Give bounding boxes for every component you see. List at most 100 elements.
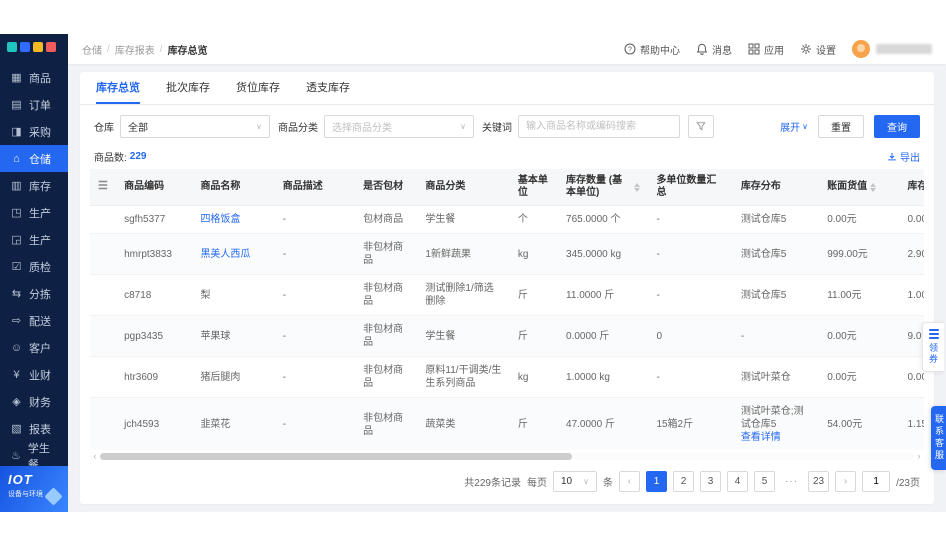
cell-selector: [90, 356, 117, 398]
product-count-label: 商品数:: [94, 153, 127, 164]
table-row: sgfh5377 四格饭盒 - 包材商品 学生餐 个 765.0000 个 - 测试仓库5 0.0…: [90, 205, 924, 234]
cell-book-value: 0.00元: [819, 315, 900, 357]
breadcrumb-item[interactable]: 仓储: [82, 42, 102, 57]
tab-overdraft[interactable]: 透支库存: [306, 72, 350, 104]
cell-base-unit-value: 个: [517, 214, 528, 225]
column-header[interactable]: 库存数量 (基本单位): [558, 169, 649, 206]
sidebar-item-goods[interactable]: ▦ 商品: [0, 64, 68, 91]
page-button-3[interactable]: 3: [699, 471, 721, 492]
sidebar-item-purchase[interactable]: ◨ 采购: [0, 118, 68, 145]
inventory-icon: ▥: [11, 180, 22, 192]
column-header[interactable]: 库存均价: [899, 169, 924, 206]
cell-product-name-value: 苹果球: [200, 330, 231, 342]
cell-stock-distribution-value: 测试仓库5: [740, 248, 787, 260]
page-button-4[interactable]: 4: [726, 471, 748, 492]
cell-product-code: pgp3435: [116, 315, 193, 357]
table-row: hmrpt3833 黑美人西瓜 - 非包材商品 1新鲜蔬果 kg 345.0000 kg - 测…: [90, 233, 924, 275]
support-tab[interactable]: 联系客服: [931, 406, 946, 470]
cell-product-name-value[interactable]: 四格饭盒: [200, 214, 240, 225]
cell-description-value: -: [282, 330, 287, 342]
page-button-23[interactable]: 23: [807, 471, 830, 492]
cell-book-value: 54.00元: [819, 397, 900, 450]
category-select[interactable]: 选择商品分类 ∨: [324, 115, 474, 138]
sidebar-item-warehouse[interactable]: ⌂ 仓储: [0, 145, 68, 172]
column-header-label: 账面货值: [827, 181, 868, 192]
production-icon: ◳: [11, 207, 22, 219]
per-page-select[interactable]: 10 ∨: [552, 471, 597, 492]
scroll-left-icon[interactable]: ‹: [90, 452, 100, 461]
sidebar-item-customer[interactable]: ☺ 客户: [0, 334, 68, 361]
cell-stock-quantity: 1.0000 kg: [558, 356, 649, 398]
help-center-button[interactable]: ? 帮助中心: [624, 42, 680, 57]
cell-category: 蔬菜类: [417, 397, 510, 450]
cell-category-value: 原料11/干调类/生生系列商品: [425, 365, 502, 389]
cell-average-price: 0.00元: [899, 205, 924, 234]
apps-button[interactable]: 应用: [748, 42, 784, 57]
query-button[interactable]: 查询: [874, 115, 920, 138]
sidebar-item-delivery[interactable]: ⇨ 配送: [0, 307, 68, 334]
page-jump-suffix: /23页: [896, 478, 920, 489]
page-button-1[interactable]: 1: [645, 471, 667, 492]
sidebar-item-reports[interactable]: ▧ 报表: [0, 415, 68, 442]
column-settings-icon[interactable]: ☰: [98, 180, 108, 192]
scroll-right-icon[interactable]: ›: [914, 452, 924, 461]
page-jump-input[interactable]: [862, 471, 891, 492]
tab-location[interactable]: 货位库存: [236, 72, 280, 104]
coupon-widget[interactable]: 领券: [922, 322, 944, 372]
column-header: 库存分布: [732, 169, 820, 206]
settings-button[interactable]: 设置: [800, 42, 836, 57]
coupon-icon: [928, 329, 939, 339]
tab-bar: 库存总览 批次库存 货位库存 透支库存: [80, 72, 934, 105]
scrollbar-track[interactable]: [100, 453, 914, 460]
cell-base-unit-value: kg: [517, 371, 529, 383]
expand-toggle[interactable]: 展开 ∨: [780, 119, 808, 134]
chevron-down-icon: ∨: [802, 122, 808, 131]
expand-label: 展开: [780, 123, 801, 134]
keyword-input[interactable]: [518, 115, 680, 138]
sidebar-item-production-2[interactable]: ◲ 生产: [0, 226, 68, 253]
sidebar-item-finance[interactable]: ◈ 财务: [0, 388, 68, 415]
view-details-link[interactable]: 查看详情: [741, 431, 811, 444]
tab-batch[interactable]: 批次库存: [166, 72, 210, 104]
cell-base-unit-value: kg: [517, 248, 529, 260]
sidebar-item-biz-finance[interactable]: ¥ 业财: [0, 361, 68, 388]
sort-icon[interactable]: [634, 182, 641, 192]
cell-product-name-value[interactable]: 黑美人西瓜: [200, 249, 250, 260]
sidebar-footer: IOT 设备与环境: [0, 466, 68, 512]
message-label: 消息: [712, 45, 732, 57]
tab-overview[interactable]: 库存总览: [96, 72, 140, 104]
help-icon: ?: [624, 43, 636, 55]
cell-selector: [90, 397, 117, 450]
page-button-2[interactable]: 2: [672, 471, 694, 492]
sidebar-item-inventory[interactable]: ▥ 库存: [0, 172, 68, 199]
per-page-suffix: 条: [602, 478, 613, 489]
sidebar-item-quality[interactable]: ☑ 质检: [0, 253, 68, 280]
reset-button[interactable]: 重置: [818, 115, 864, 138]
sidebar-item-student-meal[interactable]: ♨ 学生餐: [0, 442, 68, 467]
prev-page-button[interactable]: ‹: [618, 471, 640, 492]
scrollbar-thumb[interactable]: [100, 453, 573, 460]
warehouse-select[interactable]: 全部 ∨: [120, 115, 270, 138]
advanced-filter-button[interactable]: [688, 115, 714, 138]
iot-logo-text: IOT: [8, 472, 33, 487]
sidebar-item-sorting[interactable]: ⇆ 分拣: [0, 280, 68, 307]
sidebar-menu: ▦ 商品 ▤ 订单 ◨ 采购 ⌂ 仓储 ▥ 库存 ◳ 生产 ◲ 生产 ☑ 质检 ⇆ 分拣 ⇨ 配送 ☺ 客户 ¥ 业财 ◈ 财务 ▧…: [0, 60, 68, 466]
cell-stock-quantity-value: 765.0000 个: [566, 214, 621, 225]
funnel-icon: [696, 122, 706, 131]
cell-packaging-flag-value: 非包材商品: [363, 365, 404, 389]
next-page-button[interactable]: ›: [835, 471, 857, 492]
page-button-5[interactable]: 5: [753, 471, 775, 492]
breadcrumb-item[interactable]: 库存报表: [115, 42, 155, 57]
sort-icon[interactable]: [870, 182, 877, 192]
cell-multi-unit-total-value: 0: [656, 330, 662, 342]
chevron-down-icon: ∨: [583, 477, 589, 486]
sidebar-item-orders[interactable]: ▤ 订单: [0, 91, 68, 118]
column-header[interactable]: 账面货值: [819, 169, 900, 206]
export-button[interactable]: 导出: [887, 149, 920, 164]
sidebar-item-production[interactable]: ◳ 生产: [0, 199, 68, 226]
user-menu[interactable]: [852, 40, 932, 58]
column-header: 是否包材: [355, 169, 418, 206]
cell-category-value: 1新鲜蔬果: [425, 248, 471, 260]
message-button[interactable]: 消息: [696, 42, 732, 57]
cell-average-price: 1.00元: [899, 274, 924, 316]
